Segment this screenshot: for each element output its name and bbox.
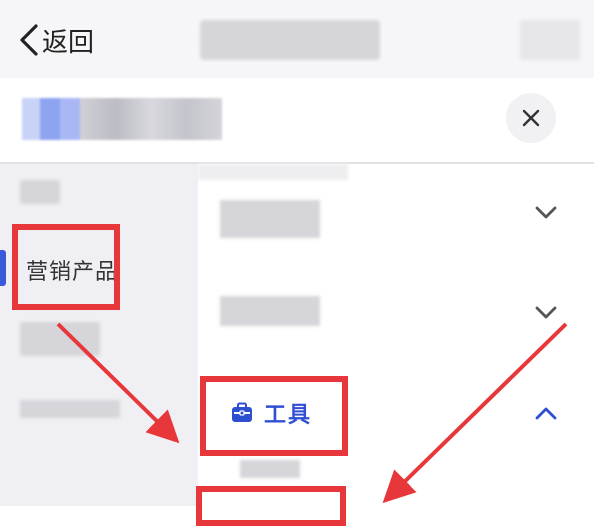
chevron-down-icon[interactable] — [534, 204, 558, 222]
page-title-redacted — [200, 20, 380, 60]
subitem-redacted[interactable] — [240, 460, 300, 478]
back-button[interactable]: 返回 — [18, 22, 94, 58]
sidebar-item-redacted[interactable] — [20, 400, 120, 418]
chevron-left-icon — [20, 24, 38, 56]
sidebar-item-redacted[interactable] — [20, 180, 60, 204]
annotation-box-tools — [200, 376, 348, 456]
close-icon — [522, 109, 540, 127]
header-action-redacted — [520, 20, 580, 60]
annotation-box-marketing — [12, 224, 120, 310]
back-label: 返回 — [42, 27, 95, 58]
chevron-down-icon[interactable] — [534, 304, 558, 322]
active-indicator — [0, 250, 6, 286]
sidebar-item-redacted[interactable] — [20, 322, 100, 356]
annotation-box-bottom — [196, 486, 346, 526]
content-bg-redacted — [198, 164, 348, 180]
chevron-up-icon[interactable] — [534, 404, 558, 422]
clear-search-button[interactable] — [506, 93, 556, 143]
category-row-label-redacted[interactable] — [220, 200, 320, 238]
search-query-redacted — [22, 98, 222, 140]
category-row-label-redacted[interactable] — [220, 296, 320, 326]
